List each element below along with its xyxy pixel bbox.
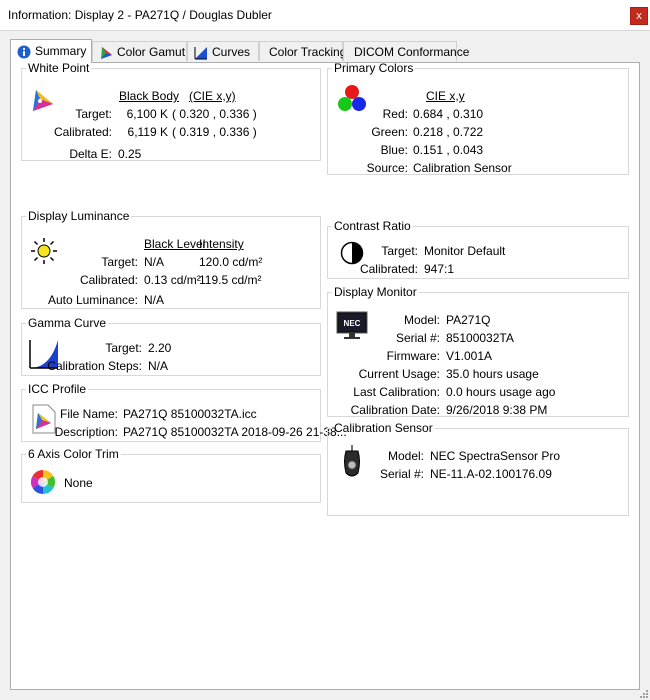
tab-dicom-conformance[interactable]: DICOM Conformance [343, 41, 469, 61]
wp-calibrated-label: Calibrated: [53, 125, 112, 139]
info-icon [17, 45, 31, 59]
contrast-calibrated-value: 947:1 [424, 262, 455, 276]
calibration-steps-value: N/A [148, 359, 169, 373]
curves-icon [194, 46, 207, 60]
icc-profile-title: ICC Profile [28, 382, 87, 396]
wp-target-cie: ( 0.320 , 0.336 ) [172, 107, 257, 121]
wp-calibrated-cie: ( 0.319 , 0.336 ) [172, 125, 257, 139]
calibration-date-label: Calibration Date: [350, 403, 440, 417]
tab-color-tracking[interactable]: Color Tracking [259, 41, 347, 61]
tab-dicom-conformance-label: DICOM Conformance [354, 45, 470, 59]
current-usage-value: 35.0 hours usage [446, 367, 539, 381]
file-name-value: PA271Q 85100032TA.icc [123, 407, 257, 421]
delta-e-label: Delta E: [69, 147, 112, 161]
gamma-curve-group: Gamma Curve Target: 2.20 Calibration Ste… [21, 316, 321, 376]
contrast-calibrated-label: Calibrated: [359, 262, 418, 276]
sensor-model-value: NEC SpectraSensor Pro [430, 449, 561, 463]
display-monitor-group: Display Monitor NEC Model: PA271Q Serial… [327, 285, 629, 417]
dialog-client: Summary Color Gamut Curves Color Trackin… [0, 30, 650, 700]
blue-value: 0.151 , 0.043 [413, 143, 484, 157]
primary-colors-group: Primary Colors CIE x,y Red: 0.684 , 0.31… [327, 61, 629, 175]
serial-label: Serial #: [395, 331, 440, 345]
six-axis-group: 6 Axis Color Trim None [21, 447, 321, 503]
firmware-value: V1.001A [446, 349, 493, 363]
green-label: Green: [371, 125, 408, 139]
lum-target-label: Target: [101, 255, 138, 269]
tab-summary-label: Summary [35, 44, 87, 58]
resize-grip-icon[interactable] [638, 688, 648, 698]
icc-profile-group: ICC Profile File Name: PA271Q 85100032TA… [21, 382, 347, 442]
calibration-sensor-group: Calibration Sensor Model: NEC SpectraSen… [327, 421, 629, 516]
col-intensity: Intensity [199, 237, 244, 251]
current-usage-label: Current Usage: [358, 367, 440, 381]
firmware-label: Firmware: [386, 349, 440, 363]
wp-target-value: 6,100 K [126, 107, 168, 121]
display-luminance-group: Display Luminance Black Level Intensity … [21, 209, 321, 309]
red-value: 0.684 , 0.310 [413, 107, 484, 121]
red-label: Red: [382, 107, 408, 121]
wp-calibrated-value: 6,119 K [127, 125, 168, 139]
col-cie-xy: CIE x,y [426, 89, 465, 103]
lum-calibrated-intensity: 119.5 cd/m² [199, 273, 262, 287]
display-luminance-title: Display Luminance [28, 209, 130, 223]
tab-color-gamut[interactable]: Color Gamut [92, 41, 187, 61]
tab-color-tracking-label: Color Tracking [269, 45, 347, 59]
auto-luminance-label: Auto Luminance: [47, 293, 138, 307]
blue-label: Blue: [380, 143, 408, 157]
color-wheel-icon [30, 470, 56, 494]
close-button[interactable]: x [630, 7, 648, 25]
col-cie: (CIE x,y) [189, 89, 236, 103]
contrast-target-label: Target: [381, 244, 418, 258]
sensor-serial-label: Serial #: [379, 467, 424, 481]
six-axis-value: None [64, 476, 93, 490]
close-icon: x [636, 10, 642, 22]
model-label: Model: [403, 313, 440, 327]
contrast-ratio-group: Contrast Ratio Target: Monitor Default C… [327, 219, 629, 279]
serial-value: 85100032TA [446, 331, 514, 345]
description-value: PA271Q 85100032TA 2018-09-26 21-38... [123, 425, 347, 439]
display-monitor-title: Display Monitor [334, 285, 417, 299]
sensor-model-label: Model: [387, 449, 424, 463]
gamma-target-label: Target: [105, 341, 142, 355]
tab-curves-label: Curves [212, 45, 251, 59]
calibration-sensor-title: Calibration Sensor [334, 421, 433, 435]
calibration-date-value: 9/26/2018 9:38 PM [446, 403, 548, 417]
delta-e-value: 0.25 [118, 147, 142, 161]
source-value: Calibration Sensor [413, 161, 512, 175]
gamut-icon [101, 46, 112, 59]
sensor-serial-value: NE-11.A-02.100176.09 [430, 467, 552, 481]
lum-target-black: N/A [144, 255, 165, 269]
summary-panel: White Point Black Body (CIE x,y) Target:… [10, 61, 640, 690]
gamma-target-value: 2.20 [148, 341, 172, 355]
six-axis-title: 6 Axis Color Trim [28, 447, 119, 461]
source-label: Source: [366, 161, 408, 175]
lum-calibrated-black: 0.13 cd/m² [144, 273, 201, 287]
green-value: 0.218 , 0.722 [413, 125, 484, 139]
primary-colors-title: Primary Colors [334, 61, 414, 75]
window-title: Information: Display 2 - PA271Q / Dougla… [8, 8, 272, 22]
col-black-level: Black Level [144, 237, 206, 251]
lum-target-intensity: 120.0 cd/m² [199, 255, 263, 269]
contrast-ratio-title: Contrast Ratio [334, 219, 411, 233]
wp-target-label: Target: [75, 107, 112, 121]
model-value: PA271Q [446, 313, 491, 327]
gamma-curve-title: Gamma Curve [28, 316, 107, 330]
white-point-title: White Point [28, 61, 90, 75]
file-name-label: File Name: [59, 407, 118, 421]
last-calibration-label: Last Calibration: [353, 385, 440, 399]
col-black-body: Black Body [119, 89, 180, 103]
white-point-group: White Point Black Body (CIE x,y) Target:… [21, 61, 321, 161]
tab-color-gamut-label: Color Gamut [117, 45, 186, 59]
description-label: Description: [54, 425, 118, 439]
tab-curves[interactable]: Curves [187, 41, 259, 61]
tab-summary[interactable]: Summary [10, 39, 92, 63]
auto-luminance-value: N/A [144, 293, 165, 307]
contrast-target-value: Monitor Default [424, 244, 506, 258]
last-calibration-value: 0.0 hours usage ago [446, 385, 556, 399]
lum-calibrated-label: Calibrated: [79, 273, 138, 287]
calibration-steps-label: Calibration Steps: [47, 359, 142, 373]
title-bar: Information: Display 2 - PA271Q / Dougla… [0, 0, 650, 30]
